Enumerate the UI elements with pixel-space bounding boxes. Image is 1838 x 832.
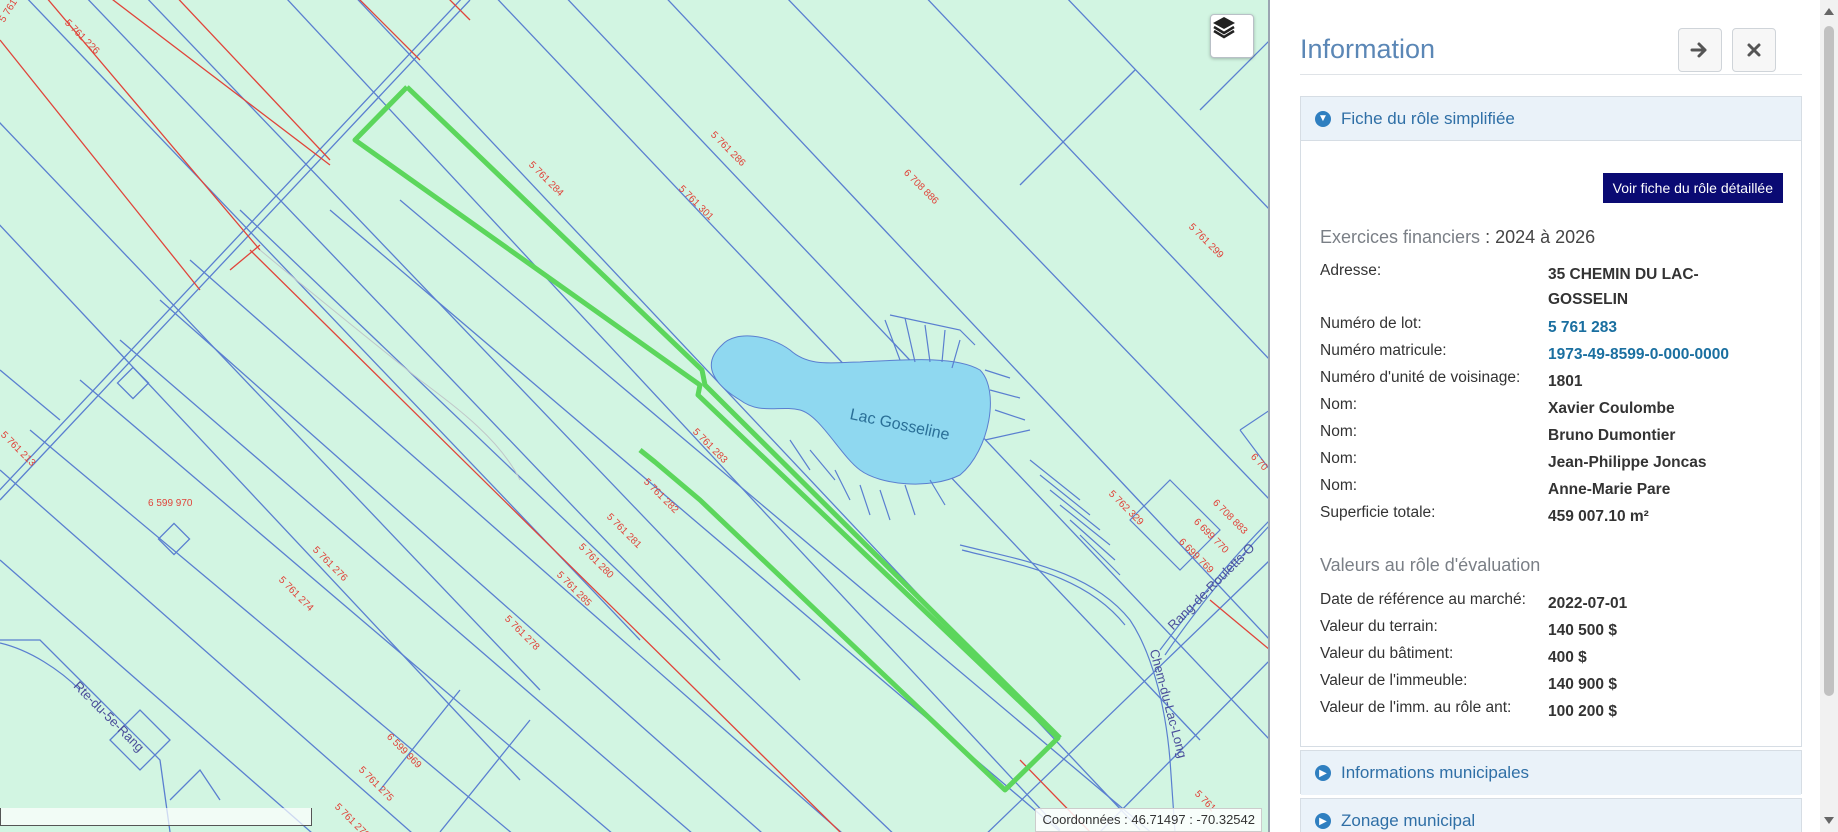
lot-label: 6 599 970 [148, 498, 193, 509]
scale-bar [0, 808, 312, 826]
field-value: 140 500 $ [1548, 622, 1617, 639]
section-zoning-header[interactable]: ▶ Zonage municipal [1301, 799, 1801, 832]
field-label: Nom: [1320, 450, 1358, 467]
section-role-header[interactable]: ▼ Fiche du rôle simplifiée [1301, 97, 1801, 141]
info-panel: Information ▼ Fiche du rôle simplifiée V… [1272, 0, 1820, 832]
field-label: Nom: [1320, 423, 1358, 440]
field-label: Numéro d'unité de voisinage: [1320, 369, 1521, 386]
field-label: Superficie totale: [1320, 504, 1436, 521]
field-value: 1801 [1548, 373, 1583, 390]
scroll-thumb[interactable] [1824, 26, 1834, 696]
field-label: Valeur de l'imm. au rôle ant: [1320, 699, 1512, 716]
field-label: Nom: [1320, 396, 1358, 413]
field-label: Valeur du terrain: [1320, 618, 1438, 635]
field-value: 400 $ [1548, 649, 1587, 666]
arrow-right-icon [1690, 42, 1707, 58]
layers-button[interactable] [1210, 14, 1254, 58]
field-label: Date de référence au marché: [1320, 591, 1526, 608]
field-value: 459 007.10 m² [1548, 508, 1649, 525]
field-label: Valeur du bâtiment: [1320, 645, 1454, 662]
field-label: Valeur de l'immeuble: [1320, 672, 1468, 689]
evaluation-title: Valeurs au rôle d'évaluation [1320, 555, 1541, 575]
close-button[interactable] [1732, 28, 1776, 72]
section-municipal-header[interactable]: ▶ Informations municipales [1301, 751, 1801, 795]
field-value: 35 CHEMIN DU LAC-GOSSELIN [1548, 266, 1699, 308]
panel-title: Information [1300, 34, 1436, 64]
fiscal-years-value: : 2024 à 2026 [1485, 227, 1596, 247]
header-divider [1300, 74, 1802, 75]
section-municipal-title: Informations municipales [1341, 763, 1530, 782]
section-role-simplified: ▼ Fiche du rôle simplifiée Voir fiche du… [1300, 96, 1802, 747]
field-label: Numéro matricule: [1320, 342, 1447, 359]
field-value: Anne-Marie Pare [1548, 481, 1671, 498]
field-value: Jean-Philippe Joncas [1548, 454, 1707, 471]
field-label: Numéro de lot: [1320, 315, 1422, 332]
field-label: Nom: [1320, 477, 1358, 494]
layers-icon [1213, 17, 1235, 39]
map-view[interactable]: 5 761 227 5 761 226 5 761 284 5 761 286 … [0, 0, 1270, 832]
scroll-down-icon[interactable] [1824, 817, 1834, 824]
matricule-link[interactable]: 1973-49-8599-0-000-0000 [1548, 342, 1778, 367]
detailed-role-button[interactable]: Voir fiche du rôle détaillée [1602, 173, 1783, 203]
close-x-icon [1747, 43, 1761, 57]
field-value: 2022-07-01 [1548, 595, 1628, 612]
section-role-title: Fiche du rôle simplifiée [1341, 108, 1515, 128]
field-value: 100 200 $ [1548, 703, 1617, 720]
section-zoning: ▶ Zonage municipal [1300, 798, 1802, 832]
fiscal-years: Exercices financiers : 2024 à 2026 [1320, 227, 1595, 248]
chevron-down-icon: ▼ [1315, 110, 1331, 127]
lot-number-link[interactable]: 5 761 283 [1548, 315, 1778, 340]
section-zoning-title: Zonage municipal [1341, 811, 1476, 830]
chevron-right-icon: ▶ [1315, 813, 1331, 829]
field-value: 140 900 $ [1548, 676, 1617, 693]
field-value: Bruno Dumontier [1548, 427, 1676, 444]
field-label: Adresse: [1320, 262, 1382, 279]
coordinates-readout: Coordonnées : 46.71497 : -70.32542 [1035, 808, 1262, 832]
chevron-right-icon: ▶ [1315, 765, 1331, 781]
fiscal-years-label: Exercices financiers [1320, 227, 1481, 247]
panel-scrollbar[interactable] [1820, 0, 1838, 832]
next-button[interactable] [1678, 28, 1722, 72]
section-municipal-info: ▶ Informations municipales [1300, 750, 1802, 795]
field-value: Xavier Coulombe [1548, 400, 1675, 417]
parcel-map [0, 0, 1268, 832]
scroll-up-icon[interactable] [1824, 8, 1834, 15]
